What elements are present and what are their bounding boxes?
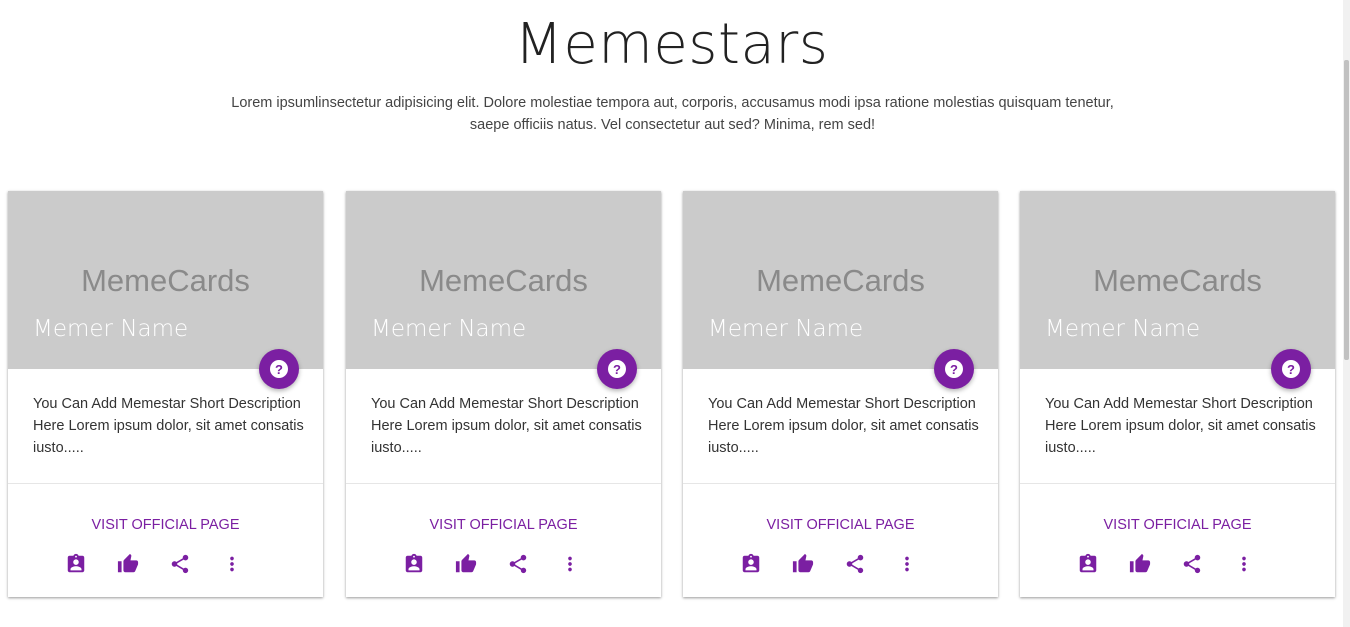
thumb-up-icon — [117, 553, 139, 573]
visit-official-page-link[interactable]: VISIT OFFICIAL PAGE — [346, 517, 661, 533]
help-icon: ? — [945, 360, 963, 378]
more-options-button[interactable] — [220, 552, 244, 576]
card-media: MemeCards Memer Name — [683, 191, 998, 369]
card-media-placeholder: MemeCards — [81, 263, 250, 298]
help-icon: ? — [608, 360, 626, 378]
more-options-button[interactable] — [558, 552, 582, 576]
help-icon: ? — [1282, 360, 1300, 378]
card-name: Memer Name — [1045, 316, 1201, 342]
card-media: MemeCards Memer Name — [8, 191, 323, 369]
share-icon — [509, 554, 527, 574]
share-icon — [1183, 554, 1201, 574]
contact-badge-icon — [405, 553, 423, 573]
thumb-up-icon — [455, 553, 477, 573]
visit-official-page-link[interactable]: VISIT OFFICIAL PAGE — [683, 517, 998, 533]
card-name: Memer Name — [708, 316, 864, 342]
more-vert-icon — [1242, 556, 1246, 572]
contact-badge-button[interactable] — [64, 552, 88, 576]
more-vert-icon — [230, 556, 234, 572]
memestar-card: MemeCards Memer Name ? You Can Add Memes… — [8, 191, 323, 597]
contact-badge-icon — [67, 553, 85, 573]
card-media-placeholder: MemeCards — [1093, 263, 1262, 298]
contact-badge-icon — [742, 553, 760, 573]
visit-official-page-link[interactable]: VISIT OFFICIAL PAGE — [8, 517, 323, 533]
help-button[interactable]: ? — [259, 349, 299, 389]
contact-badge-button[interactable] — [402, 552, 426, 576]
vertical-scrollbar[interactable] — [1343, 0, 1350, 627]
card-media: MemeCards Memer Name — [346, 191, 661, 369]
card-name: Memer Name — [33, 316, 189, 342]
like-button[interactable] — [454, 552, 478, 576]
like-button[interactable] — [1128, 552, 1152, 576]
page-title: Memestars — [514, 12, 829, 77]
share-button[interactable] — [1180, 552, 1204, 576]
help-button[interactable]: ? — [934, 349, 974, 389]
share-icon — [171, 554, 189, 574]
thumb-up-icon — [1129, 553, 1151, 573]
contact-badge-button[interactable] — [739, 552, 763, 576]
card-media: MemeCards Memer Name — [1020, 191, 1335, 369]
card-description: You Can Add Memestar Short Description H… — [708, 396, 979, 456]
contact-badge-icon — [1079, 553, 1097, 573]
card-name: Memer Name — [371, 316, 527, 342]
more-options-button[interactable] — [895, 552, 919, 576]
card-divider — [683, 483, 998, 484]
visit-official-page-link[interactable]: VISIT OFFICIAL PAGE — [1020, 517, 1335, 533]
help-icon: ? — [270, 360, 288, 378]
card-description: You Can Add Memestar Short Description H… — [371, 396, 642, 456]
share-icon — [846, 554, 864, 574]
card-divider — [1020, 483, 1335, 484]
card-media-placeholder: MemeCards — [419, 263, 588, 298]
memestar-card: MemeCards Memer Name ? You Can Add Memes… — [683, 191, 998, 597]
contact-badge-button[interactable] — [1076, 552, 1100, 576]
thumb-up-icon — [792, 553, 814, 573]
card-description: You Can Add Memestar Short Description H… — [1045, 396, 1316, 456]
help-button[interactable]: ? — [597, 349, 637, 389]
memestar-card: MemeCards Memer Name ? You Can Add Memes… — [346, 191, 661, 597]
card-divider — [346, 483, 661, 484]
share-button[interactable] — [506, 552, 530, 576]
memestar-card: MemeCards Memer Name ? You Can Add Memes… — [1020, 191, 1335, 597]
card-media-placeholder: MemeCards — [756, 263, 925, 298]
like-button[interactable] — [116, 552, 140, 576]
share-button[interactable] — [168, 552, 192, 576]
page-description: Lorem ipsumlinsectetur adipisicing elit.… — [231, 95, 1114, 133]
more-vert-icon — [905, 556, 909, 572]
more-options-button[interactable] — [1232, 552, 1256, 576]
share-button[interactable] — [843, 552, 867, 576]
card-description: You Can Add Memestar Short Description H… — [33, 396, 304, 456]
scrollbar-thumb[interactable] — [1344, 60, 1349, 360]
help-button[interactable]: ? — [1271, 349, 1311, 389]
more-vert-icon — [568, 556, 572, 572]
like-button[interactable] — [791, 552, 815, 576]
card-divider — [8, 483, 323, 484]
